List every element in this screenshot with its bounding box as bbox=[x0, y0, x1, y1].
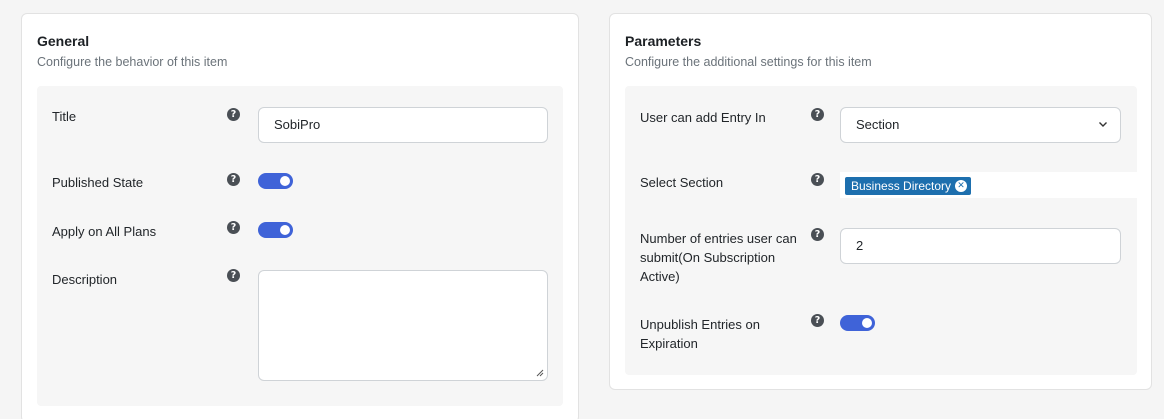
select-section-label: Select Section bbox=[640, 175, 724, 190]
resize-grip-icon[interactable] bbox=[536, 369, 544, 377]
apply-all-plans-label: Apply on All Plans bbox=[52, 224, 157, 239]
num-entries-input[interactable]: 2 bbox=[840, 228, 1121, 264]
description-label: Description bbox=[52, 272, 118, 287]
general-fields: Title ? SobiPro Published State ? Apply … bbox=[37, 86, 563, 406]
question-circle-icon[interactable]: ? bbox=[227, 173, 240, 186]
parameters-fields: User can add Entry In ? Section Select S… bbox=[625, 86, 1137, 375]
question-circle-icon[interactable]: ? bbox=[811, 173, 824, 186]
general-panel: General Configure the behavior of this i… bbox=[21, 13, 579, 419]
unpublish-label: Unpublish Entries on Expiration bbox=[640, 317, 760, 351]
question-circle-icon[interactable]: ? bbox=[227, 221, 240, 234]
parameters-title: Parameters bbox=[625, 33, 702, 49]
apply-all-plans-toggle[interactable] bbox=[258, 222, 293, 238]
general-title: General bbox=[37, 33, 90, 49]
parameters-panel: Parameters Configure the additional sett… bbox=[609, 13, 1152, 390]
close-circle-icon[interactable]: ✕ bbox=[955, 180, 968, 192]
entry-in-value: Section bbox=[856, 117, 900, 132]
question-circle-icon[interactable]: ? bbox=[811, 314, 824, 327]
published-state-toggle[interactable] bbox=[258, 173, 293, 189]
question-circle-icon[interactable]: ? bbox=[811, 228, 824, 241]
num-entries-label: Number of entries user can submit(On Sub… bbox=[640, 231, 797, 284]
title-label: Title bbox=[52, 109, 77, 124]
title-input[interactable]: SobiPro bbox=[258, 107, 548, 143]
published-state-label: Published State bbox=[52, 175, 144, 190]
parameters-subtitle: Configure the additional settings for th… bbox=[625, 55, 872, 69]
question-circle-icon[interactable]: ? bbox=[811, 108, 824, 121]
entry-in-select[interactable]: Section bbox=[840, 107, 1121, 143]
unpublish-toggle[interactable] bbox=[840, 315, 875, 331]
section-tag: Business Directory ✕ bbox=[845, 177, 972, 195]
toggle-knob bbox=[280, 176, 290, 186]
description-textarea[interactable] bbox=[258, 270, 548, 381]
toggle-knob bbox=[280, 225, 290, 235]
question-circle-icon[interactable]: ? bbox=[227, 108, 240, 121]
section-tag-label: Business Directory bbox=[851, 179, 952, 193]
general-subtitle: Configure the behavior of this item bbox=[37, 55, 228, 69]
question-circle-icon[interactable]: ? bbox=[227, 269, 240, 282]
chevron-down-icon bbox=[1099, 122, 1107, 127]
toggle-knob bbox=[862, 318, 872, 328]
entry-in-label: User can add Entry In bbox=[640, 110, 766, 125]
